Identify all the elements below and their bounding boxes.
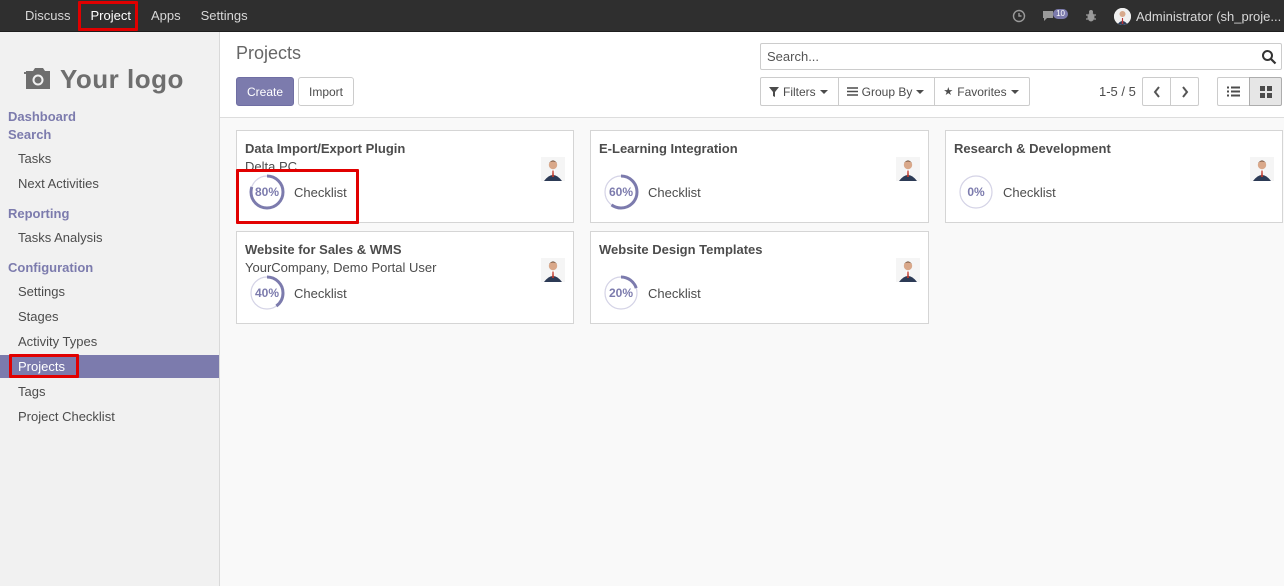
user-avatar — [1114, 7, 1131, 25]
checklist-progress-value: 60% — [608, 185, 634, 199]
sidebar-heading-search: Search — [8, 127, 52, 142]
filters-button[interactable]: Filters — [760, 77, 839, 106]
menu-settings[interactable]: Settings — [191, 0, 258, 32]
menu-project[interactable]: Project — [81, 0, 141, 32]
project-name[interactable]: Research & Development — [954, 141, 1111, 156]
favorites-label: Favorites — [957, 84, 1007, 99]
project-name[interactable]: Website Design Templates — [599, 242, 763, 257]
project-manager-avatar — [896, 258, 920, 282]
sidebar-heading-reporting: Reporting — [8, 206, 70, 221]
logo-text: Your logo — [60, 63, 184, 94]
checklist-label[interactable]: Checklist — [1003, 185, 1056, 200]
checklist-progress-value: 20% — [608, 286, 634, 300]
sidebar-heading-configuration: Configuration — [8, 260, 94, 275]
sidebar-item-next-activities[interactable]: Next Activities — [0, 172, 219, 195]
top-navbar: Discuss Project Apps Settings 10 Adminis… — [0, 0, 1284, 32]
list-icon — [1227, 86, 1240, 97]
project-partner: YourCompany, Demo Portal User — [245, 260, 437, 275]
filter-icon — [769, 86, 779, 97]
sidebar-item-activity-types[interactable]: Activity Types — [0, 330, 219, 353]
checklist-label[interactable]: Checklist — [294, 286, 347, 301]
search-box — [760, 43, 1282, 70]
import-button[interactable]: Import — [298, 77, 354, 106]
user-menu[interactable]: Administrator (sh_proje... — [1106, 0, 1284, 32]
search-options: Filters Group By ★ Favorites — [760, 77, 1030, 106]
menu-discuss[interactable]: Discuss — [15, 0, 81, 32]
sidebar-heading-dashboard[interactable]: Dashboard — [8, 109, 76, 124]
project-manager-avatar — [541, 258, 565, 282]
create-button[interactable]: Create — [236, 77, 294, 106]
checklist-progress-value: 0% — [967, 185, 985, 199]
chat-icon[interactable]: 10 — [1034, 0, 1076, 32]
bars-icon — [846, 87, 858, 96]
chevron-left-icon — [1153, 85, 1160, 98]
project-card[interactable]: Website Design Templates 20% Checklist — [590, 231, 929, 324]
project-name[interactable]: E-Learning Integration — [599, 141, 738, 156]
sidebar-item-settings[interactable]: Settings — [0, 280, 219, 303]
chevron-right-icon — [1181, 85, 1188, 98]
project-manager-avatar — [1250, 157, 1274, 181]
sidebar-item-tasks[interactable]: Tasks — [0, 147, 219, 170]
user-name: Administrator (sh_proje... — [1136, 8, 1282, 24]
grid-icon — [1259, 85, 1272, 98]
pager-previous-button[interactable] — [1142, 77, 1171, 106]
page-title: Projects — [236, 43, 302, 63]
checklist-label[interactable]: Checklist — [648, 286, 701, 301]
project-card[interactable]: Research & Development 0% Checklist — [945, 130, 1283, 223]
checklist-label[interactable]: Checklist — [648, 185, 701, 200]
groupby-button[interactable]: Group By — [837, 77, 936, 106]
checklist-progress-value: 40% — [254, 286, 280, 300]
app-menu: Discuss Project Apps Settings — [15, 0, 258, 32]
star-icon: ★ — [943, 86, 954, 98]
list-view-button[interactable] — [1217, 77, 1250, 106]
company-logo[interactable]: Your logo — [24, 50, 199, 108]
project-card[interactable]: Website for Sales & WMS YourCompany, Demo… — [236, 231, 574, 324]
groupby-label: Group By — [861, 84, 913, 99]
sidebar-item-project-checklist[interactable]: Project Checklist — [0, 405, 219, 428]
favorites-button[interactable]: ★ Favorites — [934, 77, 1030, 106]
caret-down-icon — [1010, 89, 1019, 94]
project-name[interactable]: Website for Sales & WMS — [245, 242, 402, 257]
project-card[interactable]: E-Learning Integration 60% Checklist — [590, 130, 929, 223]
systray: 10 Administrator (sh_proje... — [1004, 0, 1284, 32]
search-input[interactable] — [761, 44, 1251, 69]
project-partner: Delta PC — [245, 159, 298, 174]
sidebar-item-stages[interactable]: Stages — [0, 305, 219, 328]
checklist-label[interactable]: Checklist — [294, 185, 347, 200]
sidebar-item-tasks-analysis[interactable]: Tasks Analysis — [0, 226, 219, 249]
sidebar-item-tags[interactable]: Tags — [0, 380, 219, 403]
filters-label: Filters — [783, 84, 816, 99]
chat-count-badge: 10 — [1053, 9, 1068, 19]
project-card[interactable]: Data Import/Export Plugin Delta PC 80% Chec… — [236, 130, 574, 223]
activity-clock-icon[interactable] — [1004, 0, 1034, 32]
caret-down-icon — [819, 89, 828, 94]
pager-value[interactable]: 1-5 / 5 — [1099, 84, 1136, 99]
checklist-progress-value: 80% — [254, 185, 280, 199]
project-name[interactable]: Data Import/Export Plugin — [245, 141, 405, 156]
pager-next-button[interactable] — [1170, 77, 1199, 106]
kanban-view-button[interactable] — [1249, 77, 1282, 106]
menu-apps[interactable]: Apps — [141, 0, 191, 32]
project-manager-avatar — [541, 157, 565, 181]
sidebar-item-projects[interactable]: Projects — [0, 355, 219, 378]
caret-down-icon — [916, 89, 925, 94]
debug-bug-icon[interactable] — [1076, 0, 1106, 32]
project-manager-avatar — [896, 157, 920, 181]
camera-icon — [24, 68, 50, 89]
search-icon[interactable] — [1261, 49, 1277, 65]
